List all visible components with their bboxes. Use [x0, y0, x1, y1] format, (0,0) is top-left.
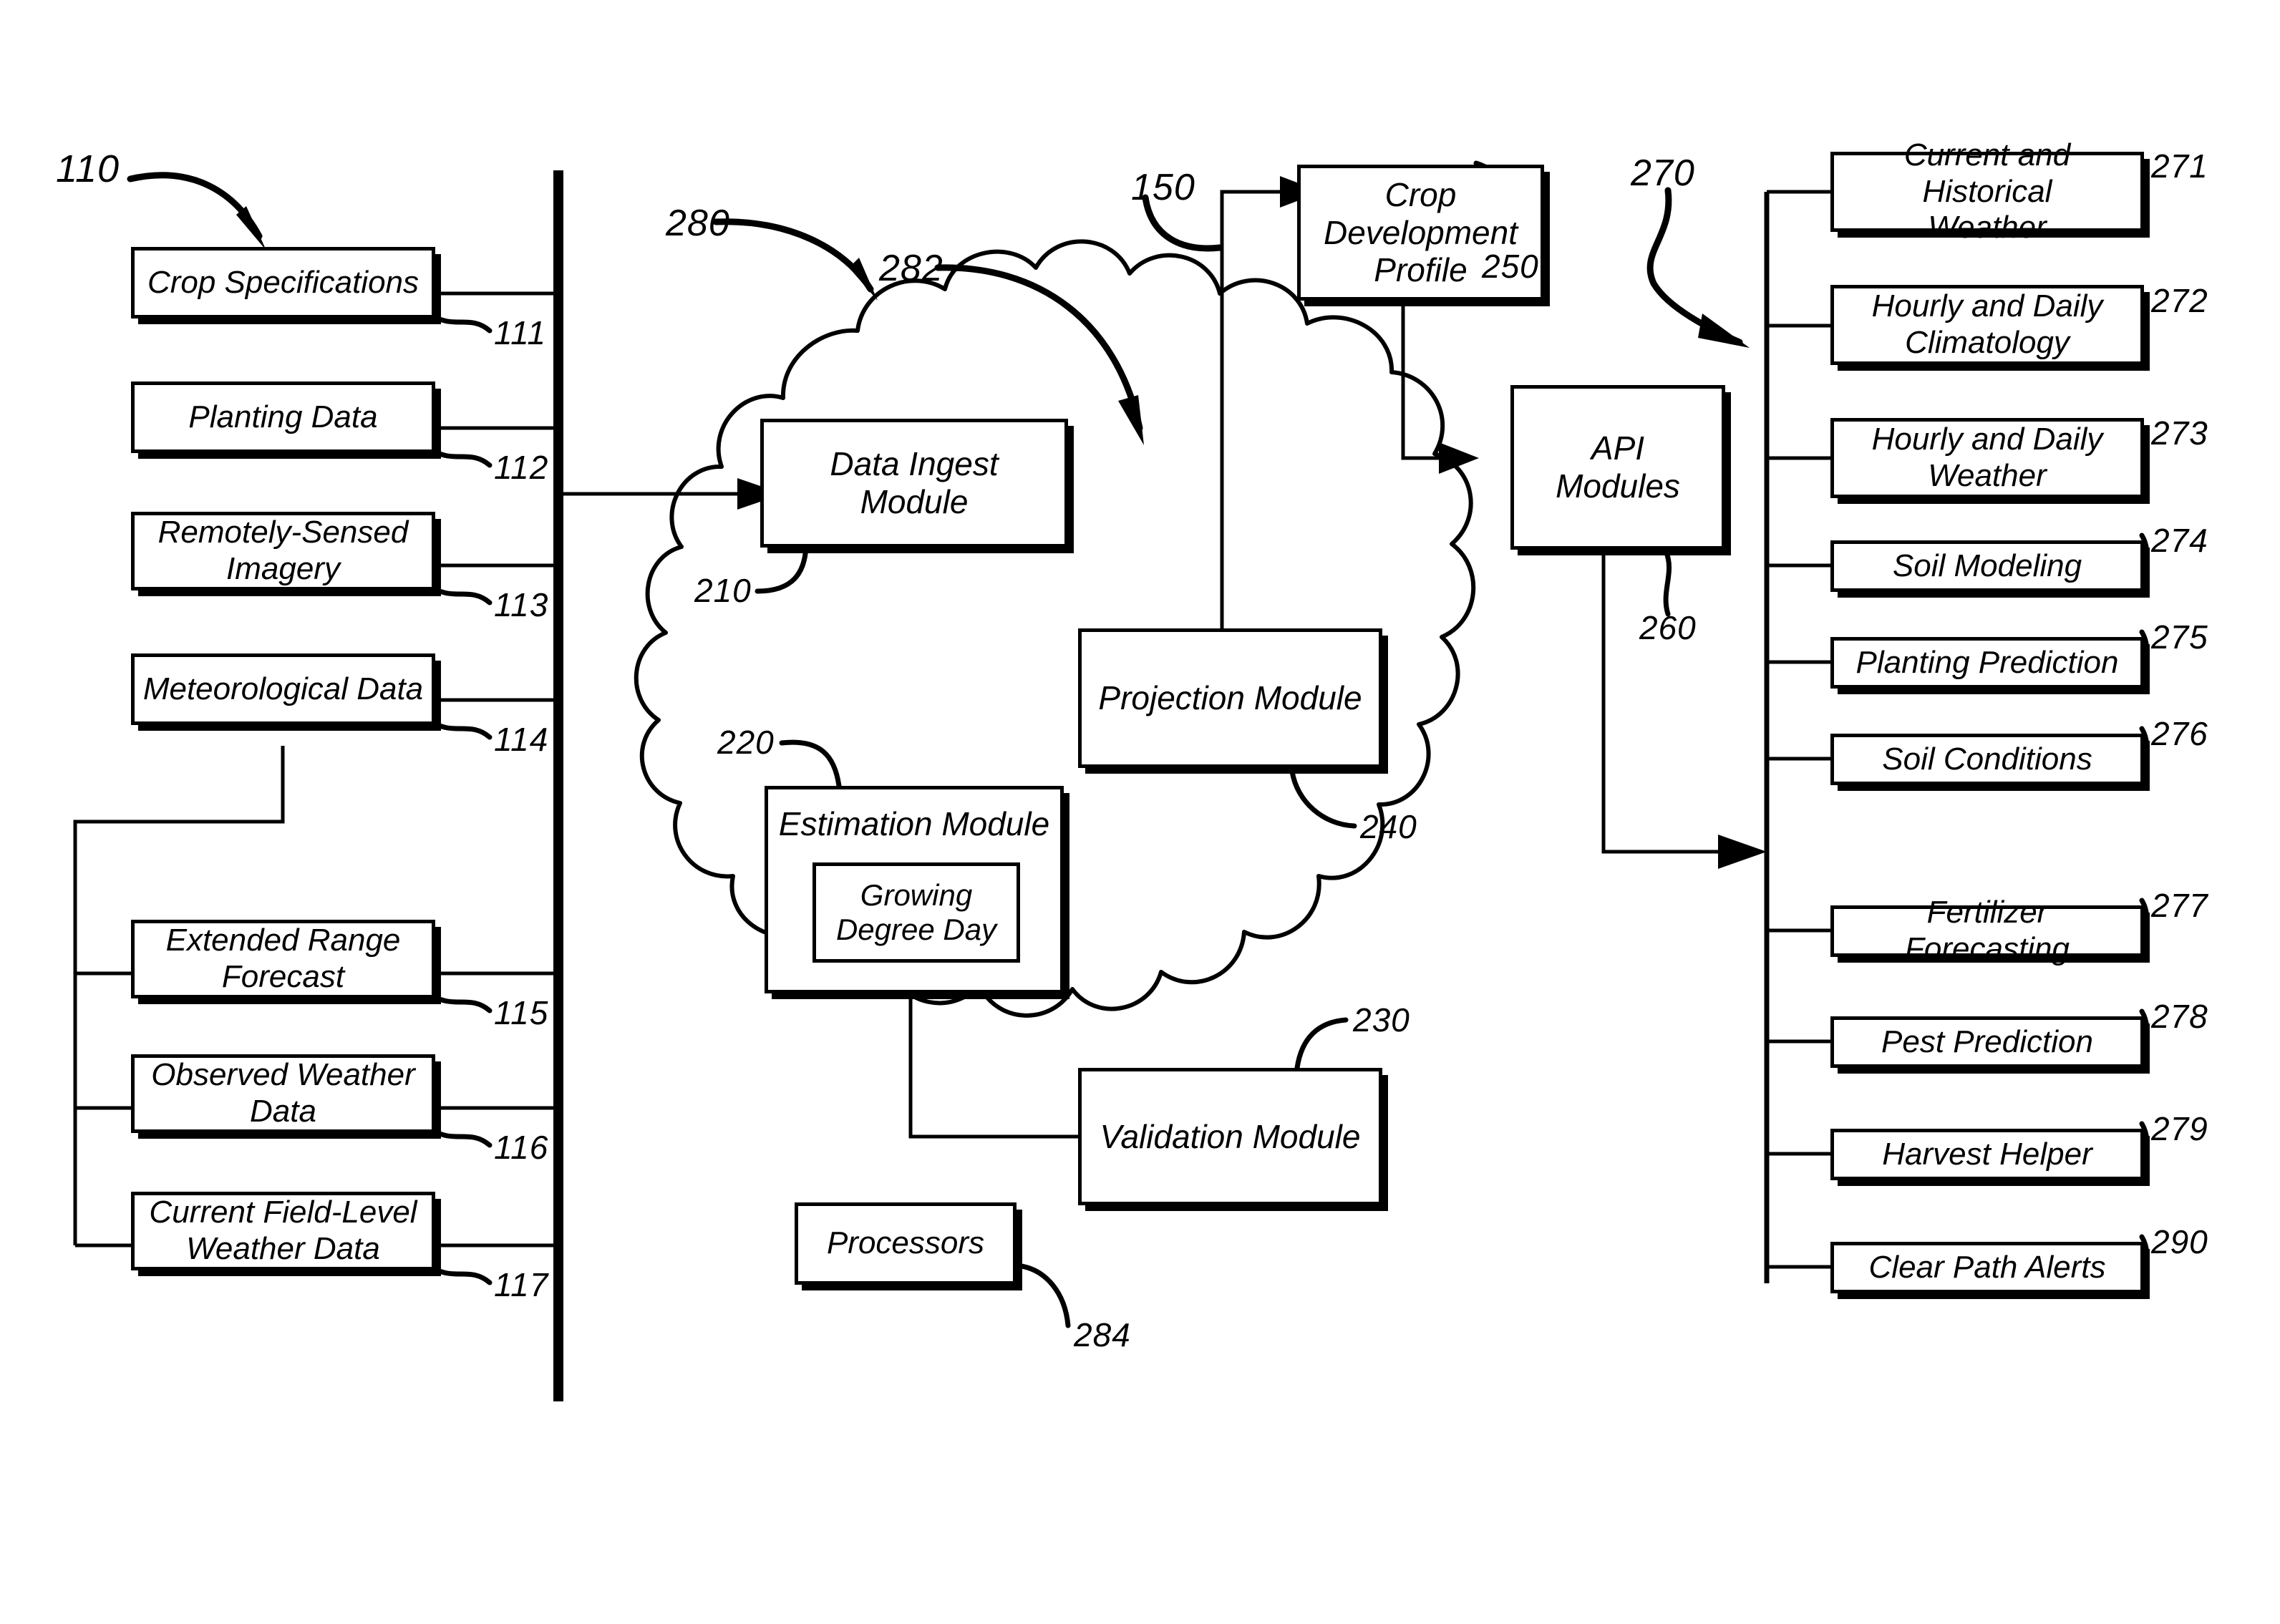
- output-label: Soil Conditions: [1882, 741, 2092, 777]
- ref-numeral-115: 115: [494, 994, 549, 1031]
- ref-numeral-111: 111: [494, 314, 546, 351]
- input-label: Crop Specifications: [147, 264, 419, 300]
- ref-numeral-284: 284: [1074, 1316, 1131, 1353]
- output-label: Pest Prediction: [1881, 1023, 2093, 1059]
- module-label: Projection Module: [1098, 679, 1362, 717]
- module-box-projection[interactable]: Projection Module: [1078, 628, 1382, 768]
- ref-numeral-240: 240: [1360, 808, 1417, 845]
- ref-numeral-270: 270: [1631, 152, 1695, 194]
- output-box-hourly-daily-climatology[interactable]: Hourly and Daily Climatology: [1830, 285, 2144, 365]
- ref-numeral-260: 260: [1639, 609, 1697, 646]
- ref-numeral-280: 280: [666, 203, 730, 244]
- input-ref-leaders: [427, 311, 493, 1285]
- module-label: Estimation Module: [778, 805, 1050, 842]
- output-label: Planting Prediction: [1855, 644, 2119, 680]
- output-label: Harvest Helper: [1882, 1136, 2092, 1172]
- output-box-harvest-helper[interactable]: Harvest Helper: [1830, 1129, 2144, 1180]
- output-label: Hourly and Daily Climatology: [1871, 288, 2103, 360]
- module-child-label: Growing Degree Day: [835, 877, 997, 946]
- input-box-current-field-level-weather-data[interactable]: Current Field-Level Weather Data: [131, 1192, 435, 1270]
- output-box-clear-path-alerts[interactable]: Clear Path Alerts: [1830, 1242, 2144, 1293]
- output-bracket-stubs: [1767, 190, 1830, 1269]
- output-box-current-historical-weather[interactable]: Current and Historical Weather: [1830, 137, 2144, 245]
- ref-240-leader: [1289, 769, 1357, 829]
- ref-numeral-250: 250: [1482, 248, 1539, 285]
- ref-220-leader: [779, 739, 842, 789]
- output-label: Hourly and Daily Weather: [1871, 422, 2103, 493]
- output-box-soil-conditions[interactable]: Soil Conditions: [1830, 734, 2144, 785]
- module-box-data-ingest[interactable]: Data Ingest Module: [760, 419, 1068, 548]
- profile-to-api-wire: [1401, 301, 1479, 474]
- ref-110-leader: [127, 172, 266, 251]
- output-label: Current and Historical Weather: [1903, 137, 2071, 245]
- output-box-planting-prediction[interactable]: Planting Prediction: [1830, 637, 2144, 689]
- output-label: Clear Path Alerts: [1868, 1249, 2106, 1285]
- output-label: Soil Modeling: [1892, 548, 2082, 583]
- ref-numeral-290: 290: [2151, 1223, 2208, 1260]
- ref-numeral-272: 272: [2151, 282, 2208, 319]
- ref-230-leader: [1294, 1017, 1349, 1071]
- ref-numeral-114: 114: [494, 721, 549, 758]
- module-box-growing-degree-day[interactable]: Growing Degree Day: [812, 862, 1020, 963]
- ref-numeral-116: 116: [494, 1129, 549, 1166]
- patent-figure: Crop Specifications Planting Data Remote…: [0, 0, 2280, 1624]
- ref-284-leader: [1014, 1263, 1071, 1328]
- module-box-processors[interactable]: Processors: [795, 1202, 1017, 1285]
- output-box-hourly-daily-weather[interactable]: Hourly and Daily Weather: [1830, 418, 2144, 498]
- ref-numeral-275: 275: [2151, 618, 2208, 656]
- module-label: Data Ingest Module: [830, 445, 999, 520]
- ref-numeral-271: 271: [2151, 147, 2208, 185]
- input-box-remotely-sensed-imagery[interactable]: Remotely-Sensed Imagery: [131, 512, 435, 590]
- input-bus-wires: [435, 291, 558, 1248]
- estimation-to-validation-wire: [908, 995, 1078, 1139]
- ref-numeral-277: 277: [2151, 887, 2208, 924]
- bus-to-ingest-arrow: [558, 478, 783, 510]
- output-box-soil-modeling[interactable]: Soil Modeling: [1830, 540, 2144, 592]
- ref-numeral-110: 110: [56, 147, 120, 190]
- input-box-meteorological-data[interactable]: Meteorological Data: [131, 653, 435, 725]
- output-label: Fertilizer Forecasting: [1905, 895, 2070, 966]
- api-label: API Modules: [1556, 429, 1680, 505]
- module-label: Processors: [826, 1225, 985, 1261]
- ref-numeral-274: 274: [2151, 522, 2208, 559]
- module-box-validation[interactable]: Validation Module: [1078, 1068, 1382, 1205]
- input-box-extended-range-forecast[interactable]: Extended Range Forecast: [131, 920, 435, 998]
- api-to-outputs-wire: [1601, 550, 1767, 869]
- input-label: Planting Data: [188, 399, 378, 434]
- input-label: Current Field-Level Weather Data: [149, 1195, 417, 1266]
- input-label: Remotely-Sensed Imagery: [157, 515, 409, 586]
- module-label: Validation Module: [1100, 1117, 1361, 1155]
- ref-numeral-150: 150: [1131, 167, 1195, 208]
- ref-numeral-112: 112: [494, 449, 549, 486]
- ref-210-leader: [755, 544, 809, 594]
- input-box-crop-specifications[interactable]: Crop Specifications: [131, 247, 435, 319]
- input-box-observed-weather-data[interactable]: Observed Weather Data: [131, 1054, 435, 1133]
- input-box-planting-data[interactable]: Planting Data: [131, 381, 435, 453]
- output-box-pest-prediction[interactable]: Pest Prediction: [1830, 1016, 2144, 1068]
- ref-numeral-210: 210: [694, 572, 752, 609]
- ref-numeral-117: 117: [494, 1266, 549, 1303]
- api-modules-box[interactable]: API Modules: [1510, 385, 1725, 550]
- ref-numeral-279: 279: [2151, 1110, 2208, 1147]
- ref-numeral-113: 113: [494, 586, 549, 623]
- ref-numeral-273: 273: [2151, 414, 2208, 452]
- output-box-fertilizer-forecasting[interactable]: Fertilizer Forecasting: [1830, 895, 2144, 966]
- input-label: Observed Weather Data: [151, 1057, 415, 1129]
- ref-260-leader: [1663, 548, 1672, 617]
- ref-numeral-230: 230: [1353, 1001, 1410, 1039]
- input-label: Meteorological Data: [142, 671, 424, 706]
- ref-280-leader: [712, 218, 878, 301]
- ref-numeral-278: 278: [2151, 998, 2208, 1035]
- module-box-estimation[interactable]: Estimation Module Growing Degree Day: [765, 786, 1064, 993]
- ref-numeral-220: 220: [717, 724, 775, 761]
- ref-numeral-282: 282: [879, 248, 943, 289]
- ref-numeral-276: 276: [2151, 715, 2208, 752]
- ref-270-leader: [1646, 187, 1750, 348]
- input-label: Extended Range Forecast: [165, 923, 401, 994]
